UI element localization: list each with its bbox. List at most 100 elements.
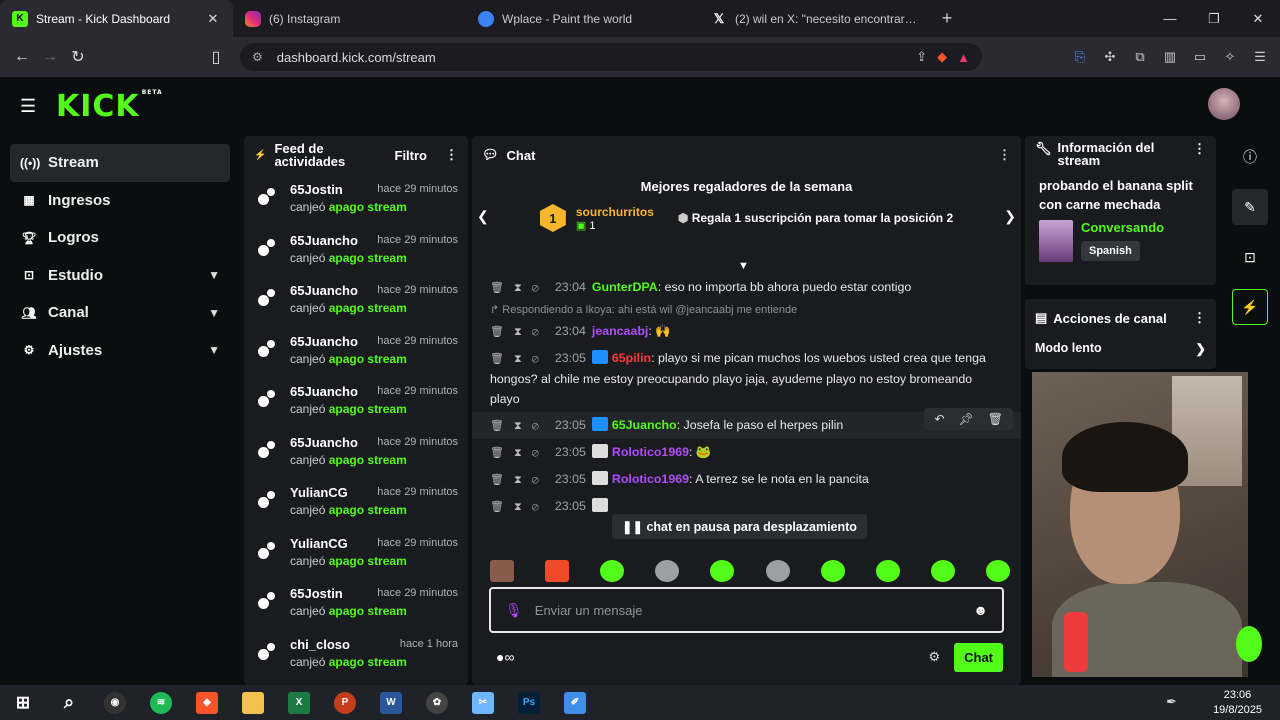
close-window-icon[interactable]: ✕ [1236,0,1280,37]
tab-wplace[interactable]: Wplace - Paint the world [466,0,699,37]
more-options-icon[interactable]: ⋮ [1193,141,1206,157]
word-icon[interactable]: W [368,685,414,720]
green-action-icon[interactable] [1236,626,1262,662]
stream-title[interactable]: probando el banana split con carne mecha… [1025,176,1216,214]
emote[interactable] [930,560,955,582]
chat-message-input[interactable] [534,602,974,618]
paint-icon[interactable]: ✐ [552,685,598,720]
more-options-icon[interactable]: ⋮ [445,147,458,163]
category-thumbnail[interactable] [1039,220,1073,262]
more-options-icon[interactable]: ⋮ [1193,310,1206,326]
tab-x[interactable]: 𝕏 (2) wil en X: "necesito encontrar a es… [699,0,932,37]
emote[interactable] [600,560,625,582]
address-bar[interactable]: ⚙ dashboard.kick.com/stream ⇪ ◆ ▲ [240,43,982,71]
mod-tools[interactable]: 🗑︎⧗⊘ [490,447,549,459]
pen-icon[interactable]: ✒ [1166,694,1177,709]
chat-message[interactable]: 🗑︎⧗⊘ 23:04 GunterDPA: eso no importa bb ah… [472,274,1021,301]
chevron-left-icon[interactable]: ❮ [477,208,489,225]
feed-user[interactable]: 65Jostin [290,586,343,601]
brave-shield-icon[interactable]: ◆ [937,49,947,65]
feed-user[interactable]: YulianCG [290,485,348,500]
edit-icon[interactable]: ✎ [1232,189,1268,225]
emote[interactable] [985,560,1010,582]
mod-tools[interactable]: 🗑︎⧗⊘ [490,282,549,294]
emoji-icon[interactable]: ☻ [973,602,988,618]
feed-user[interactable]: 65Juancho [290,283,358,298]
new-tab-button[interactable]: + [932,0,962,37]
emote[interactable] [710,560,735,582]
message-user[interactable]: GunterDPA [592,280,658,294]
wallet-icon[interactable]: ▭ [1188,43,1212,71]
chat-input-box[interactable]: 🎙︎ ☻ [489,587,1004,633]
info-icon[interactable]: ⓘ [1232,139,1268,175]
chevron-right-icon[interactable]: ❯ [1004,208,1016,225]
feed-user[interactable]: 65Jostin [290,182,343,197]
filter-button[interactable]: Filtro [395,148,428,163]
emote[interactable] [765,560,790,582]
delete-icon[interactable]: 🗑︎ [988,412,1003,426]
mod-tools[interactable]: 🗑︎⧗⊘ [490,501,549,513]
gear-icon[interactable]: ⚙ [928,649,940,665]
chat-message[interactable]: 🗑︎⧗⊘ 23:05 65pilin: playo si me pican much… [472,345,1021,412]
sidebar-item-canal[interactable]: 👥︎ Canal ▼ [10,294,230,332]
feed-user[interactable]: 65Juancho [290,435,358,450]
reply-context[interactable]: ↱ Respondiendo a Ikoya: ahi está wil @je… [472,301,1021,318]
file-explorer-icon[interactable] [230,685,276,720]
message-user[interactable]: 65Juancho [612,418,677,432]
windows-start-icon[interactable]: ⊞ [0,685,46,720]
slow-mode-toggle[interactable]: Modo lento ❯ [1025,337,1216,360]
hamburger-icon[interactable]: ☰ [20,96,40,117]
message-user[interactable]: Rolotico1969 [612,472,689,486]
capture-icon[interactable]: ⊡ [1232,239,1268,275]
message-user[interactable]: 65pilin [612,351,651,365]
forward-icon[interactable]: → [36,43,64,71]
emote[interactable] [490,560,514,582]
excel-icon[interactable]: X [276,685,322,720]
gift-subscription-button[interactable]: ⬢ Regala 1 suscripción para tomar la pos… [678,211,953,225]
sidebar-item-estudio[interactable]: ⊡ Estudio ▼ [10,257,230,295]
share-icon[interactable]: ⇪ [916,49,927,65]
sidebar-toggle-icon[interactable]: ▥ [1158,43,1182,71]
channel-points-infinity-icon[interactable]: ●∞ [496,649,514,665]
menu-icon[interactable]: ☰ [1248,43,1272,71]
sidebar-item-logros[interactable]: 🏆︎ Logros [10,219,230,257]
chat-message[interactable]: 🗑︎⧗⊘ 23:04 jeancaabj: 🙌 [472,318,1021,345]
chatgpt-icon[interactable]: ✿ [414,685,460,720]
emote[interactable] [820,560,845,582]
tab-instagram[interactable]: (6) Instagram [233,0,466,37]
feed-user[interactable]: 65Juancho [290,334,358,349]
powerpoint-icon[interactable]: P [322,685,368,720]
tab-kick-dashboard[interactable]: K Stream - Kick Dashboard ✕ [0,0,233,37]
mod-tools[interactable]: 🗑︎⧗⊘ [490,326,549,338]
emote[interactable] [655,560,680,582]
drag-handle-icon[interactable]: ⚡ [254,150,266,161]
pin-icon[interactable]: 📌︎ [959,412,974,426]
clock-text[interactable]: 23:06 19/8/2025 [1213,688,1262,718]
microphone-icon[interactable]: 🎙︎ [505,602,523,619]
spotify-icon[interactable]: ≋ [138,685,184,720]
site-info-icon[interactable]: ⚙ [252,50,263,64]
message-user[interactable]: Rolotico1969 [612,445,689,459]
emote[interactable] [875,560,900,582]
sidebar-item-ajustes[interactable]: ⚙ Ajustes ▼ [10,332,230,370]
translate-icon[interactable]: ⎘ [1068,43,1092,71]
avatar[interactable] [1208,88,1240,120]
bookmark-icon[interactable]: ▯ [202,43,230,71]
mod-tools[interactable]: 🗑︎⧗⊘ [490,474,549,486]
reply-icon[interactable]: ↶ [934,412,944,426]
emote[interactable] [545,560,570,582]
reload-icon[interactable]: ↻ [64,43,92,71]
photoshop-icon[interactable]: Ps [506,685,552,720]
chat-message[interactable]: 🗑︎⧗⊘ 23:05 Rolotico1969: 🐸 [472,439,1021,466]
gifter-name[interactable]: sourchurritos [576,205,654,219]
capcut-icon[interactable]: ✂ [460,685,506,720]
back-icon[interactable]: ← [8,43,36,71]
message-user[interactable]: jeancaabj [592,324,648,338]
feed-user[interactable]: 65Juancho [290,384,358,399]
mod-tools[interactable]: 🗑︎⧗⊘ [490,420,549,432]
leo-icon[interactable]: ✧ [1218,43,1242,71]
feed-user[interactable]: YulianCG [290,536,348,551]
sidebar-item-stream[interactable]: ((•)) Stream [10,144,230,182]
send-chat-button[interactable]: Chat [954,642,1003,672]
category-name[interactable]: Conversando [1081,220,1164,235]
